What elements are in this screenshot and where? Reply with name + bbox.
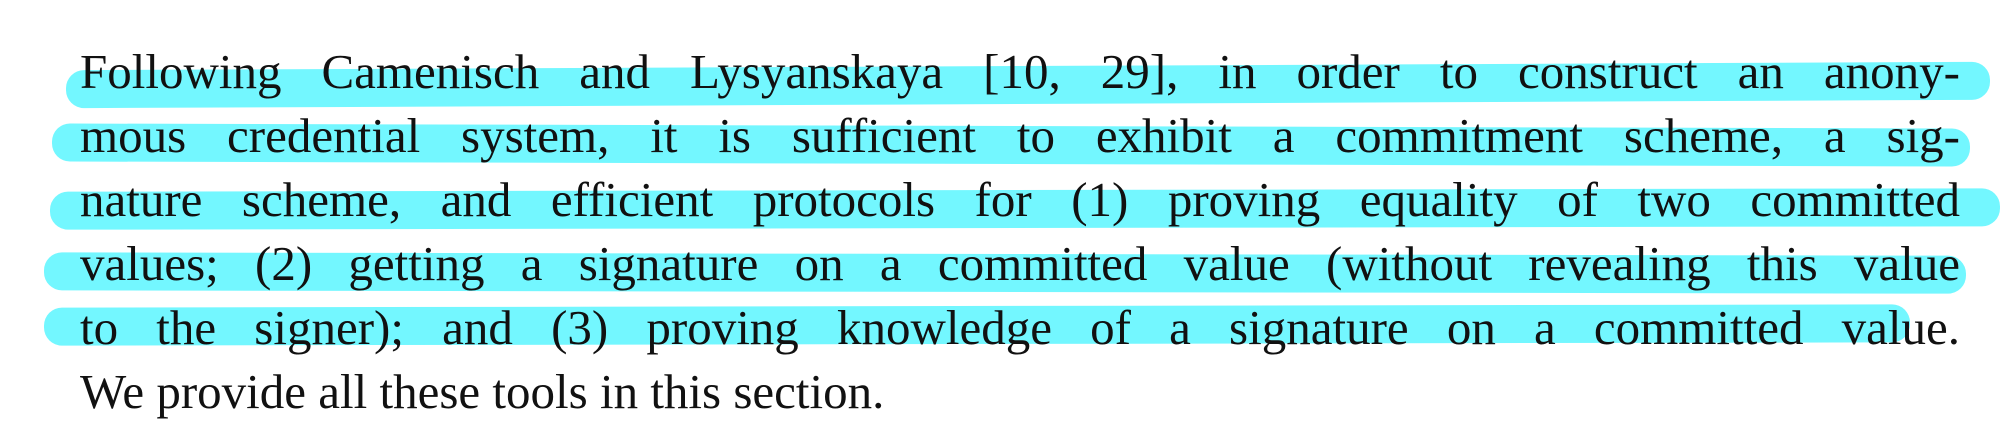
text-line: Following Camenisch and Lysyanskaya [10,…	[80, 44, 1960, 99]
text-line: to the signer); and (3) proving knowledg…	[80, 300, 1960, 355]
body-paragraph: Following Camenisch and Lysyanskaya [10,…	[80, 40, 1960, 424]
document-page: Following Camenisch and Lysyanskaya [10,…	[0, 0, 2000, 426]
text-line: mous credential system, it is sufficient…	[80, 108, 1960, 163]
text-line: We provide all these tools in this secti…	[80, 364, 885, 419]
text-line: values; (2) getting a signature on a com…	[80, 236, 1960, 291]
text-line: nature scheme, and efficient protocols f…	[80, 172, 1960, 227]
